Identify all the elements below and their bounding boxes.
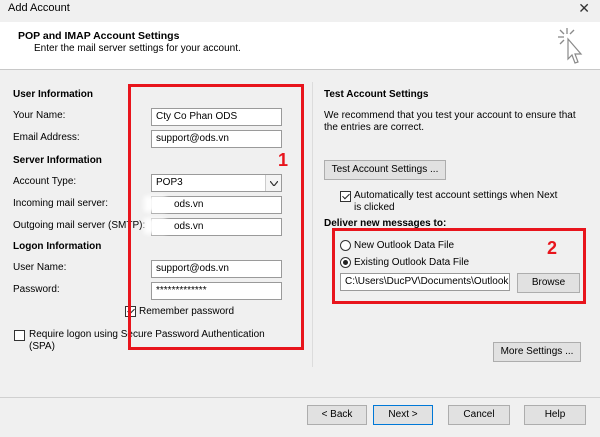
annotation-number-1: 1 (278, 150, 289, 170)
incoming-label: Incoming mail server: (13, 198, 109, 209)
annotation-number-2: 2 (547, 238, 558, 258)
help-button[interactable]: Help (524, 405, 586, 425)
window-title: Add Account (8, 2, 70, 14)
password-label: Password: (13, 284, 60, 295)
annotation-box-1 (128, 84, 304, 350)
test-desc-line1: We recommend that you test your account … (324, 110, 576, 121)
spa-checkbox[interactable] (14, 330, 25, 341)
server-info-heading: Server Information (13, 155, 102, 166)
back-button[interactable]: < Back (307, 405, 367, 425)
username-label: User Name: (13, 262, 67, 273)
auto-test-label-line2: is clicked (354, 202, 395, 213)
spa-label-line2: (SPA) (29, 341, 55, 352)
column-divider (312, 82, 313, 367)
logon-info-heading: Logon Information (13, 241, 102, 252)
test-desc-line2: the entries are correct. (324, 122, 425, 133)
next-button[interactable]: Next > (373, 405, 433, 425)
close-icon[interactable]: ✕ (578, 0, 590, 17)
header-title: POP and IMAP Account Settings (18, 30, 180, 42)
auto-test-label: Automatically test account settings when… (354, 190, 558, 201)
outgoing-label: Outgoing mail server (SMTP): (13, 220, 146, 231)
more-settings-button[interactable]: More Settings ... (493, 342, 581, 362)
test-settings-heading: Test Account Settings (324, 89, 429, 100)
user-info-heading: User Information (13, 89, 94, 100)
auto-test-checkbox[interactable] (340, 191, 351, 202)
email-label: Email Address: (13, 132, 80, 143)
cursor-click-icon (558, 28, 583, 64)
test-account-settings-button[interactable]: Test Account Settings ... (324, 160, 446, 180)
header-subtitle: Enter the mail server settings for your … (34, 43, 241, 54)
your-name-label: Your Name: (13, 110, 66, 121)
footer-divider (0, 397, 600, 398)
account-type-label: Account Type: (13, 176, 77, 187)
cancel-button[interactable]: Cancel (448, 405, 510, 425)
